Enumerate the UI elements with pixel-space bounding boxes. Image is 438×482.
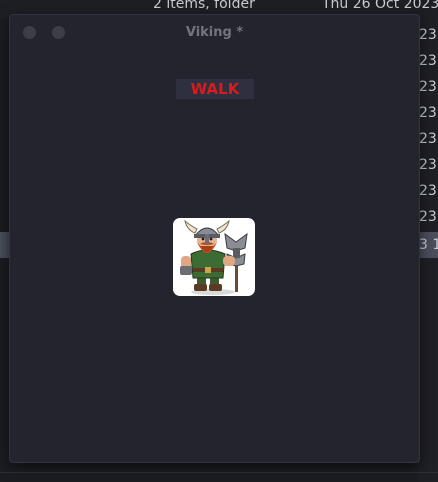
viking-sprite-graphic: [180, 219, 248, 295]
viking-window: Viking * WALK: [9, 14, 420, 463]
background-divider: [0, 472, 438, 473]
background-items-count: 2 items, folder: [153, 0, 255, 12]
list-item-selected[interactable]: 3 14: [418, 232, 438, 258]
window-titlebar[interactable]: Viking *: [10, 15, 419, 49]
list-item[interactable]: 23: [418, 126, 438, 152]
list-item[interactable]: 23: [418, 152, 438, 178]
background-selected-row-edge[interactable]: [0, 232, 9, 258]
list-item[interactable]: 23: [418, 100, 438, 126]
animation-state-label: WALK: [176, 79, 254, 99]
list-item[interactable]: 23: [418, 74, 438, 100]
list-item[interactable]: 23 0: [418, 22, 438, 48]
list-item[interactable]: 23: [418, 48, 438, 74]
list-item[interactable]: 23: [418, 178, 438, 204]
list-item[interactable]: 23: [418, 204, 438, 230]
window-title: Viking *: [185, 25, 244, 40]
background-file-list-column: 23 0 23 23 23 23 23 23 23 3 14: [418, 18, 438, 482]
viking-character-icon: [173, 218, 255, 296]
background-date-modified: Thu 26 Oct 2023 0: [322, 0, 438, 12]
